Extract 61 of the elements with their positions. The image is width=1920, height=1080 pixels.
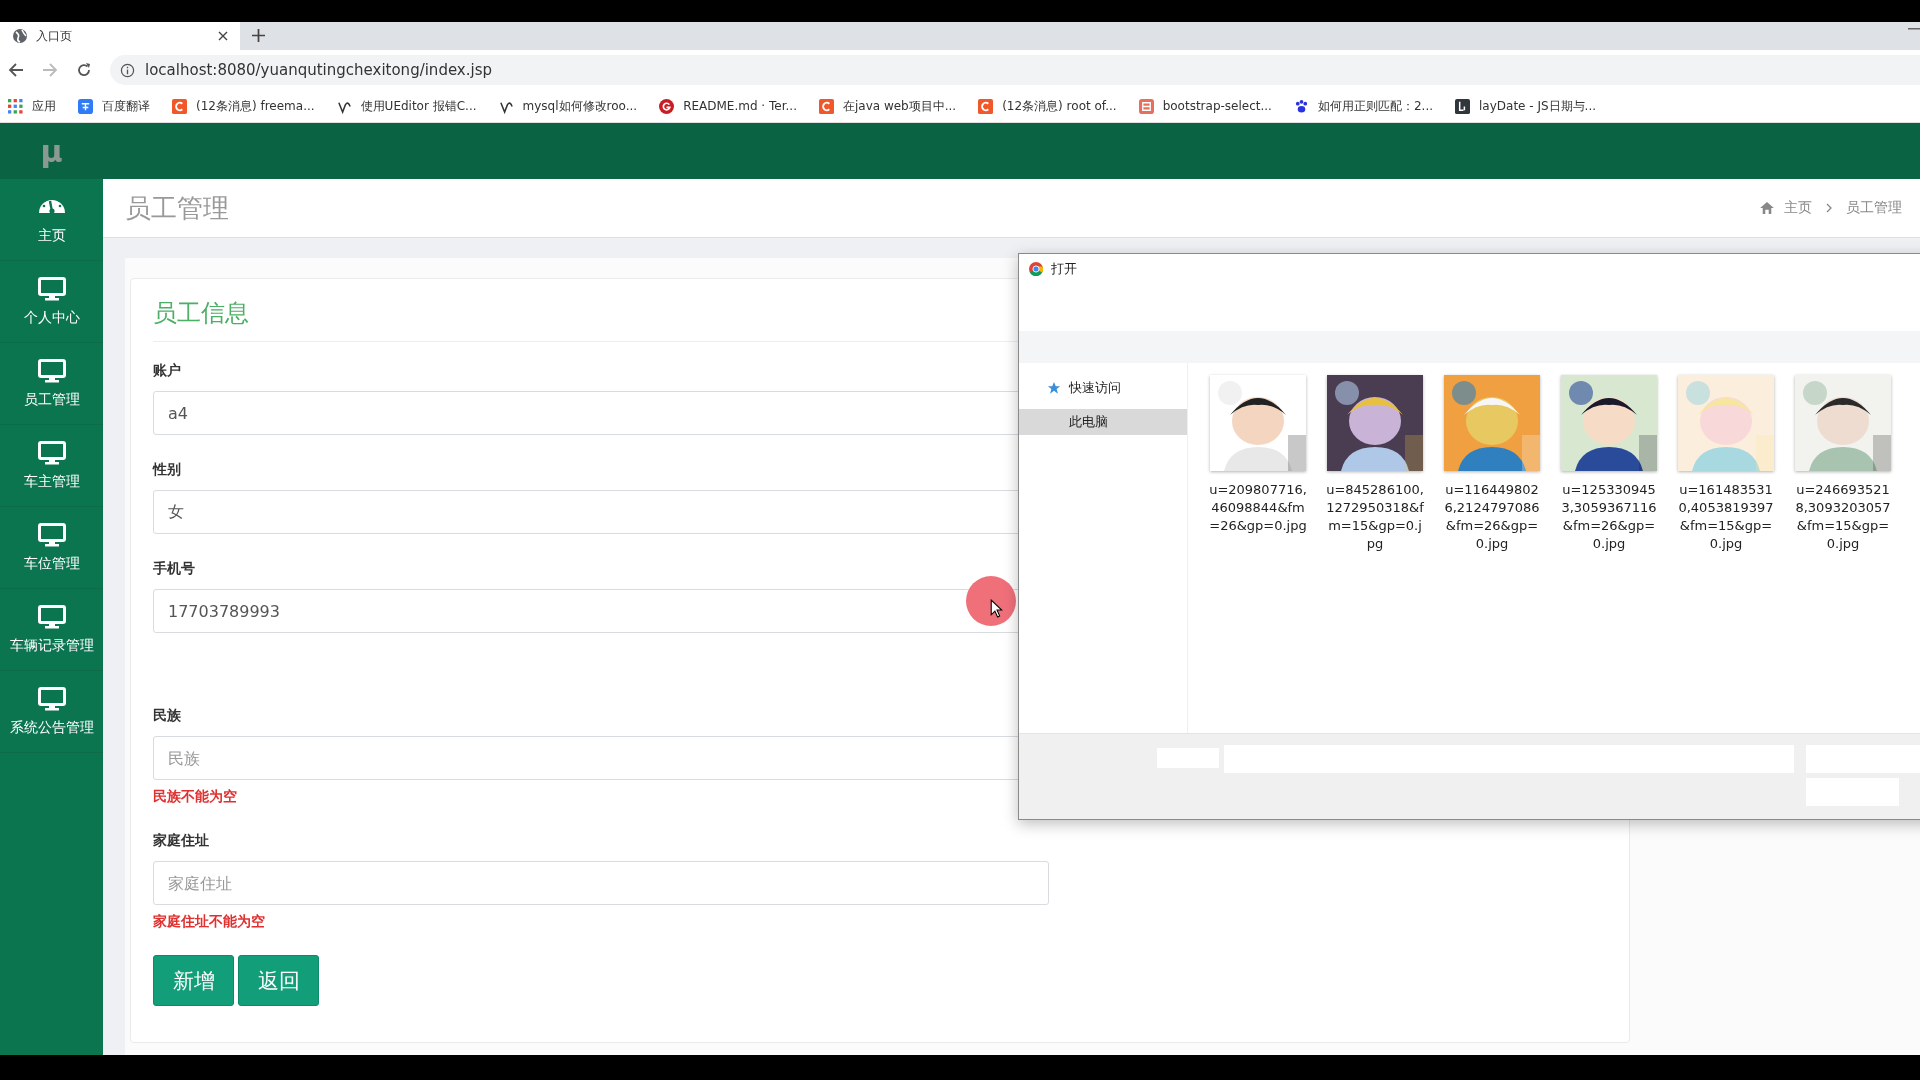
bookmark-link[interactable]: 如何用正则匹配：2... xyxy=(1293,97,1433,115)
field-label: 民族 xyxy=(153,707,181,725)
bookmark-link[interactable]: 使用UEditor 报错C... xyxy=(336,97,477,115)
site-icon xyxy=(1138,98,1154,114)
back-icon[interactable] xyxy=(8,62,24,78)
file-name: u=1614835310,4053819397&fm=15&gp=0.jpg xyxy=(1677,481,1775,553)
file-name: u=2466935218,3093203057&fm=15&gp=0.jpg xyxy=(1794,481,1892,553)
page-title: 员工管理 xyxy=(125,191,229,225)
translate-icon xyxy=(78,98,93,114)
monitor-icon xyxy=(37,686,66,711)
apps-grid-icon xyxy=(8,98,23,114)
bookmark-link[interactable]: mysql如何修改roo... xyxy=(498,97,638,115)
site-icon xyxy=(1455,98,1470,114)
field-label: 手机号 xyxy=(153,560,195,578)
star-icon xyxy=(1047,381,1061,395)
monitor-icon xyxy=(37,604,66,629)
home-icon xyxy=(1760,202,1774,214)
bookmark-link[interactable]: README.md · Ter... xyxy=(659,98,797,114)
globe-icon xyxy=(12,28,28,44)
monitor-icon xyxy=(37,522,66,547)
dialog-title: 打开 xyxy=(1051,260,1077,278)
paw-icon xyxy=(1293,98,1309,114)
input-field[interactable]: 家庭住址 xyxy=(153,861,1049,905)
tab-title: 入口页 xyxy=(36,27,73,45)
error-message: 家庭住址不能为空 xyxy=(153,913,266,931)
field-label: 家庭住址 xyxy=(153,832,209,850)
close-icon[interactable] xyxy=(218,31,228,41)
site-icon xyxy=(659,98,675,114)
bookmark-link[interactable]: layDate - JS日期与... xyxy=(1455,97,1597,115)
address-bar[interactable]: localhost:8080/yuanqutingchexitong/index.jsp xyxy=(110,55,1920,85)
bookmark-link[interactable]: 应用 xyxy=(8,97,56,115)
bookmark-link[interactable]: bootstrap-select... xyxy=(1138,98,1272,114)
cursor-icon xyxy=(990,599,1003,618)
bookmark-link[interactable]: (12条消息) root of... xyxy=(978,97,1117,115)
file-name: u=209807716,46098844&fm=26&gp=0.jpg xyxy=(1208,481,1308,535)
url-text: localhost:8080/yuanqutingchexitong/index.jsp xyxy=(145,61,492,79)
chrome-icon xyxy=(1029,262,1043,276)
bookmark-link[interactable]: 在java web项目中... xyxy=(818,97,957,115)
file-name: u=1164498026,2124797086&fm=26&gp=0.jpg xyxy=(1443,481,1541,553)
file-name: u=845286100,1272950318&fm=15&gp=0.jpg xyxy=(1325,481,1425,553)
site-icon xyxy=(818,98,834,114)
error-message: 民族不能为空 xyxy=(153,788,238,806)
plus-icon[interactable] xyxy=(252,29,265,42)
site-icon xyxy=(978,98,994,114)
breadcrumb-link[interactable]: 主页 xyxy=(1784,199,1812,217)
field-label: 性别 xyxy=(153,461,181,479)
reload-icon[interactable] xyxy=(76,62,92,78)
monitor-icon xyxy=(37,276,66,301)
nav-item[interactable]: 此电脑 xyxy=(1019,409,1187,435)
site-icon xyxy=(172,98,187,114)
logo: μ xyxy=(40,133,63,169)
monitor-icon xyxy=(37,358,66,383)
dashboard-icon xyxy=(37,199,66,214)
info-icon xyxy=(120,62,135,78)
monitor-icon xyxy=(37,440,66,465)
browser-tab[interactable]: 入口页 xyxy=(0,22,240,50)
field-label: 账户 xyxy=(153,362,181,380)
bookmark-link[interactable]: (12条消息) freema... xyxy=(172,97,315,115)
chevron-icon xyxy=(1826,203,1832,213)
file-name: u=1253309453,3059367116&fm=26&gp=0.jpg xyxy=(1560,481,1658,553)
bookmark-link[interactable]: 百度翻译 xyxy=(78,97,150,115)
